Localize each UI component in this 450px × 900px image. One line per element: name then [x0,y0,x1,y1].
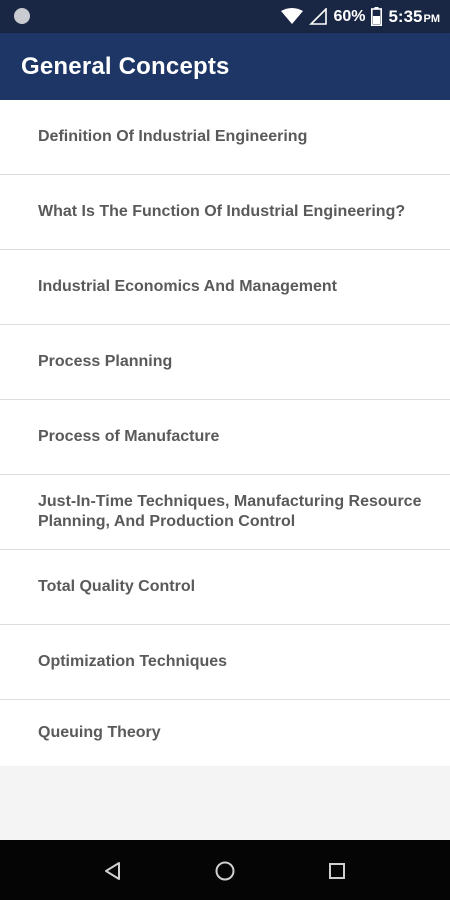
list-item-label: Total Quality Control [38,578,196,595]
clock-meridiem: PM [423,12,441,25]
wifi-icon [281,8,304,25]
list-item-label: Process Planning [38,353,173,370]
home-icon[interactable] [212,858,238,884]
clock-time: 5:35 [388,6,423,26]
back-icon[interactable] [100,858,126,884]
list-item-label: Definition Of Industrial Engineering [38,128,308,145]
notification-dot-icon [14,8,30,24]
list-item-label: Optimization Techniques [38,653,228,670]
list-item-label: Process of Manufacture [38,428,220,445]
status-icons: 60% 5:35PM [281,0,440,33]
list-item[interactable]: Industrial Economics And Management [0,250,450,325]
battery-percent: 60% [333,7,366,25]
list-item[interactable]: Just-In-Time Techniques, Manufacturing R… [0,475,450,550]
list-item[interactable]: What Is The Function Of Industrial Engin… [0,175,450,250]
list-item[interactable]: Queuing Theory [0,700,450,766]
list-item[interactable]: Optimization Techniques [0,625,450,700]
recents-icon[interactable] [324,858,350,884]
navigation-bar [0,840,450,900]
concepts-list: Definition Of Industrial Engineering Wha… [0,100,450,766]
list-item-label: Industrial Economics And Management [38,278,338,295]
clock: 5:35PM [388,7,440,27]
battery-icon [371,7,383,26]
app-bar: General Concepts [0,33,450,100]
list-item[interactable]: Total Quality Control [0,550,450,625]
list-item-label: Queuing Theory [38,724,161,741]
list-item-label: What Is The Function Of Industrial Engin… [38,203,406,220]
page-title: General Concepts [21,52,230,80]
status-bar: 60% 5:35PM [0,0,450,33]
list-item[interactable]: Process of Manufacture [0,400,450,475]
list-item[interactable]: Definition Of Industrial Engineering [0,100,450,175]
signal-icon [309,8,328,25]
list-item-label: Just-In-Time Techniques, Manufacturing R… [38,493,422,530]
list-item[interactable]: Process Planning [0,325,450,400]
